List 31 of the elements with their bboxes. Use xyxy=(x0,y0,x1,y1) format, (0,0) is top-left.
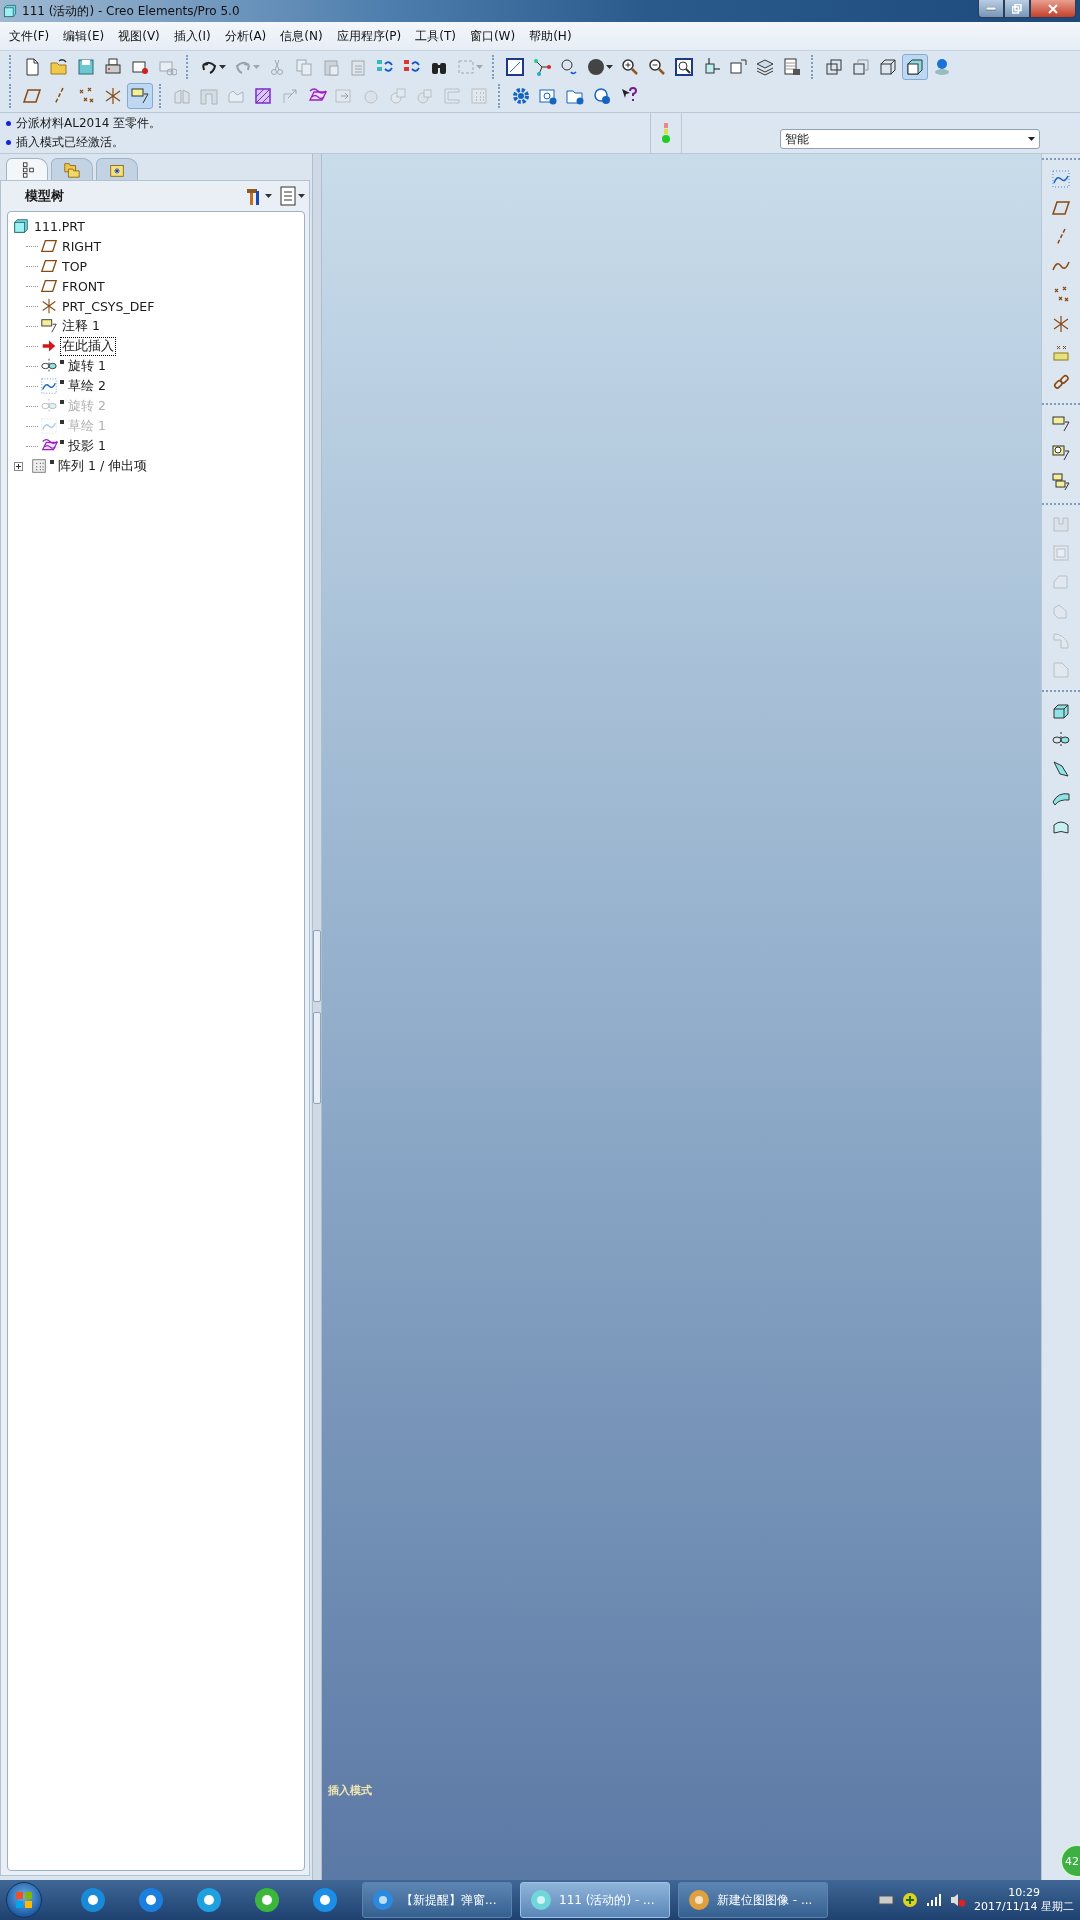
tree-item[interactable]: 投影 1 xyxy=(66,436,108,456)
taskbar-button[interactable]: 新建位图图像 - ... xyxy=(678,1882,828,1918)
tree-item[interactable]: TOP xyxy=(60,257,89,275)
clock-time: 10:29 xyxy=(1008,1886,1040,1900)
mode-label: 插入模式 xyxy=(328,1783,373,1798)
menu-item[interactable]: 信息(N) xyxy=(273,25,330,47)
menu-item[interactable]: 分析(A) xyxy=(217,25,274,47)
tree-item[interactable]: FRONT xyxy=(60,277,107,295)
selection-filter-dropdown[interactable]: 智能 xyxy=(780,129,1040,149)
message-text: 插入模式已经激活。 xyxy=(16,134,124,151)
taskbar-button[interactable]: 【新提醒】弹窗... xyxy=(362,1882,512,1918)
clock-date: 2017/11/14 星期二 xyxy=(974,1900,1074,1914)
menu-item[interactable]: 帮助(H) xyxy=(522,25,579,47)
tree-item[interactable]: RIGHT xyxy=(60,237,104,255)
menu-item[interactable]: 应用程序(P) xyxy=(329,25,409,47)
tree-item[interactable]: 旋转 1 xyxy=(66,356,108,376)
menu-item[interactable]: 文件(F) xyxy=(2,25,57,47)
menu-item[interactable]: 窗口(W) xyxy=(462,25,523,47)
tree-item[interactable]: 阵列 1 / 伸出项 xyxy=(56,456,150,476)
tree-item[interactable]: 111.PRT xyxy=(32,217,87,235)
menu-item[interactable]: 视图(V) xyxy=(111,25,167,47)
tree-item[interactable]: 注释 1 xyxy=(60,316,102,336)
menu-item[interactable]: 工具(T) xyxy=(408,25,463,47)
tree-item[interactable]: 在此插入 xyxy=(60,336,116,356)
tree-item[interactable]: PRT_CSYS_DEF xyxy=(60,297,157,315)
panel-title: 模型树 xyxy=(23,187,64,205)
window-title: 111 (活动的) - Creo Elements/Pro 5.0 xyxy=(22,2,241,20)
menu-item[interactable]: 插入(I) xyxy=(166,25,218,47)
message-text: 分派材料AL2014 至零件。 xyxy=(16,115,162,132)
menu-item[interactable]: 编辑(E) xyxy=(56,25,112,47)
tree-item[interactable]: 草绘 2 xyxy=(66,376,108,396)
